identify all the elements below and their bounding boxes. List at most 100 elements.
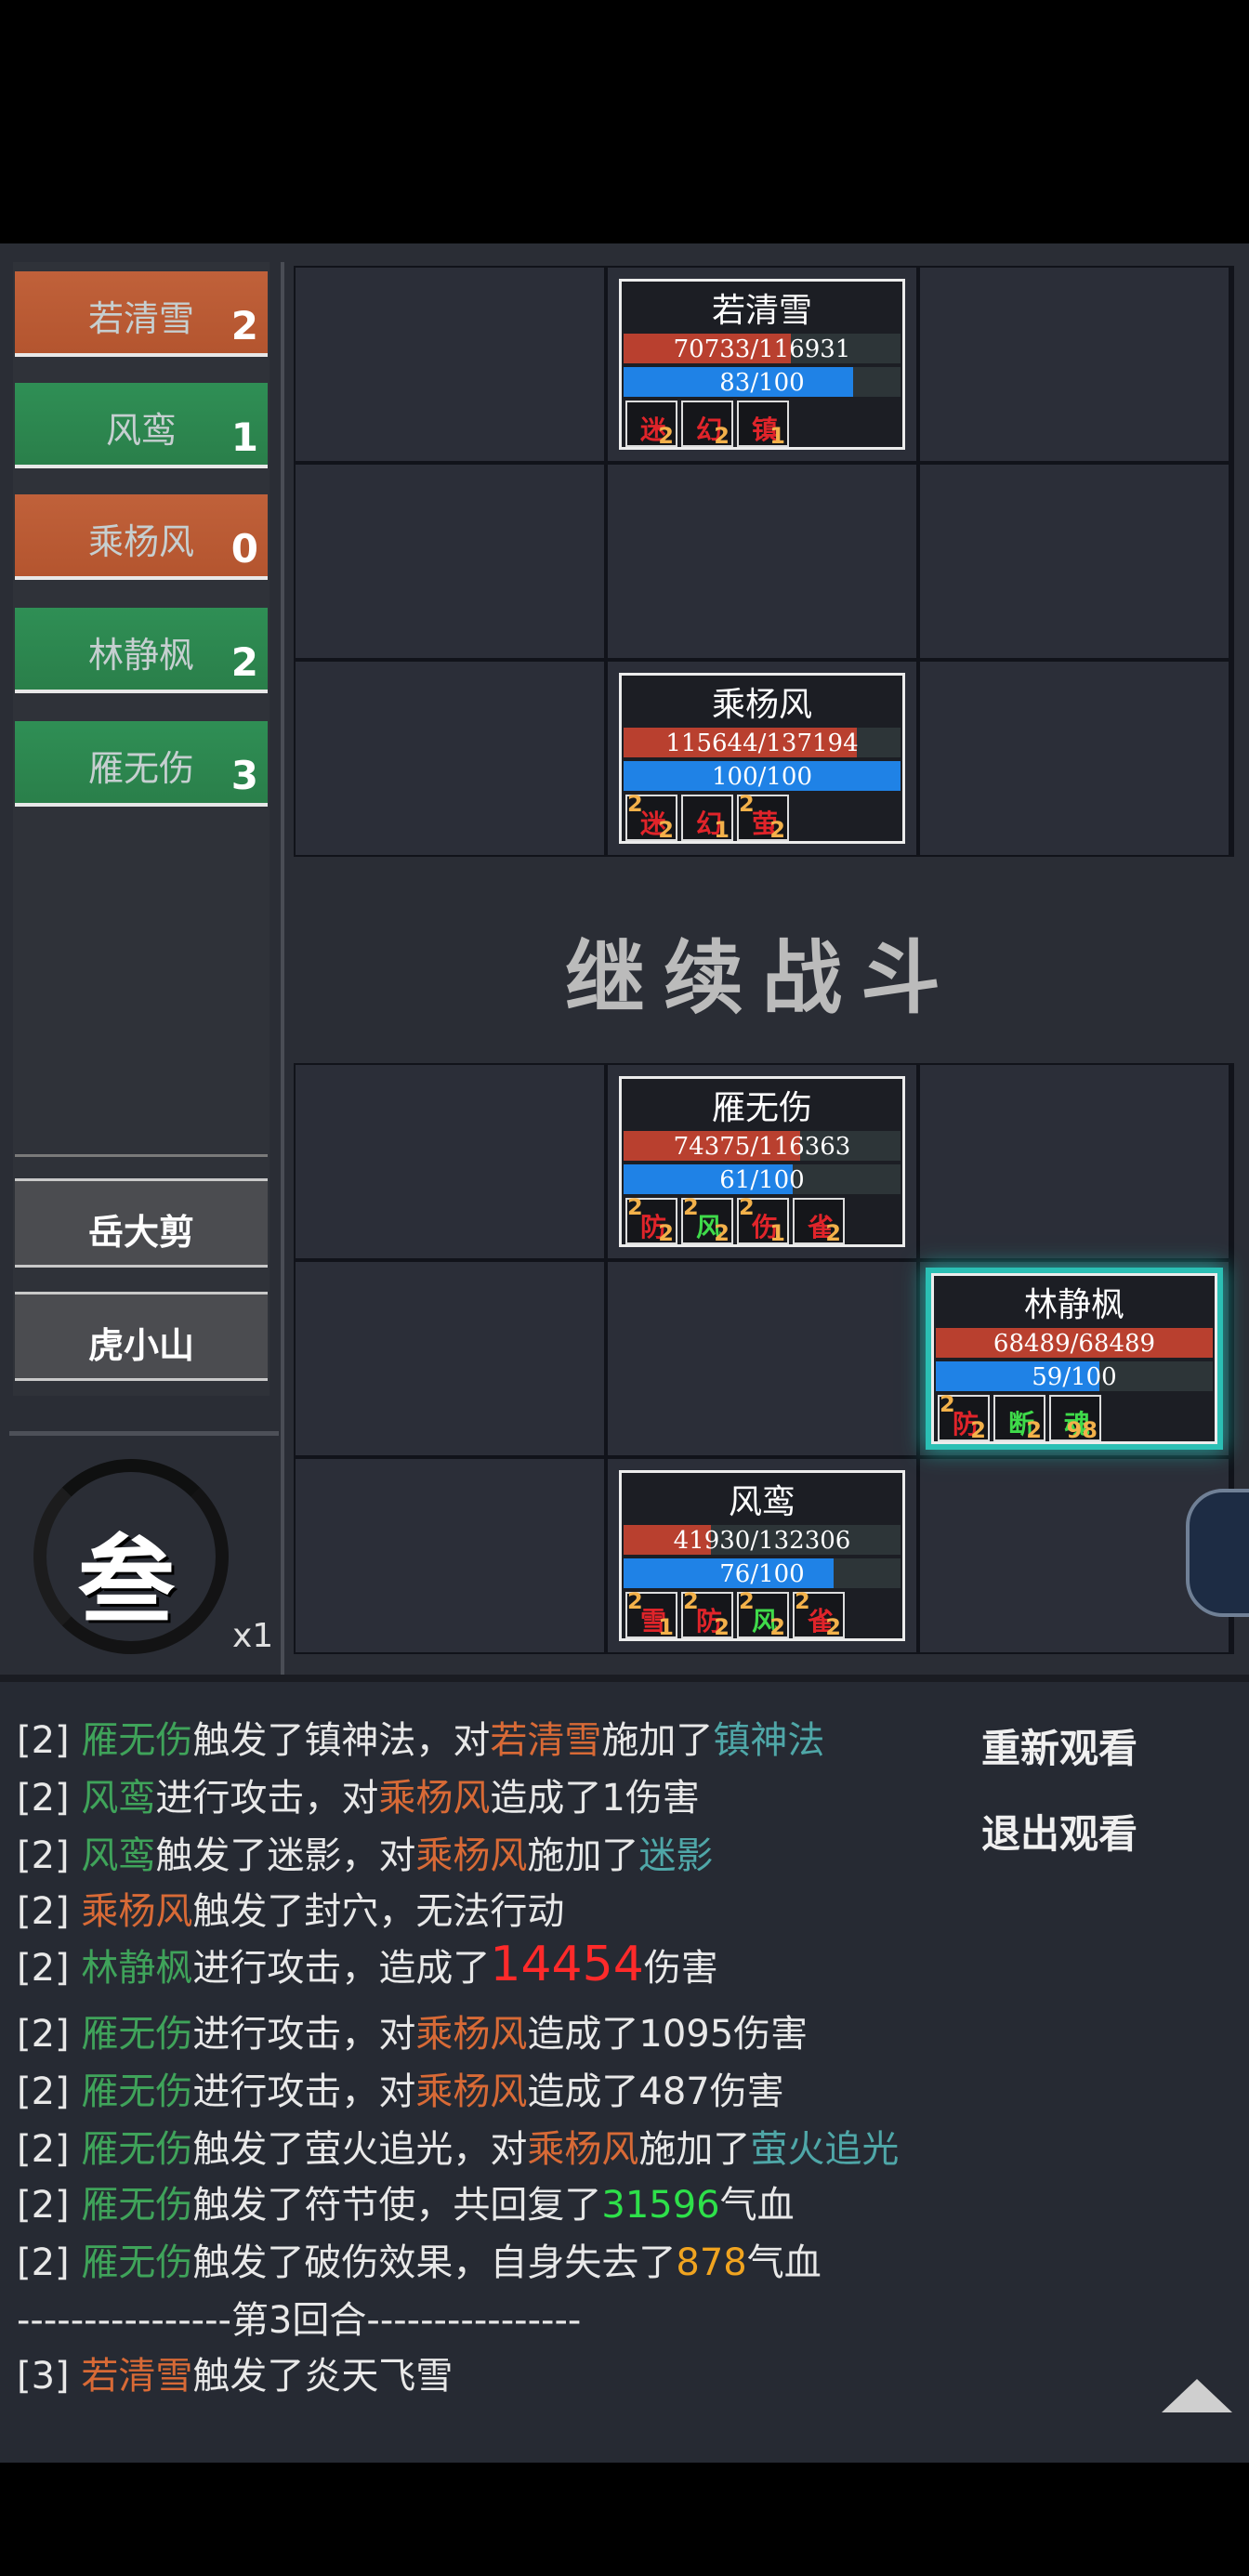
unit-card-yanwushang[interactable]: 雁无伤 74375/116363 61/100 2防2 2风2 2伤1 雀2 [619,1076,905,1247]
exit-replay-button[interactable]: 退出观看 [981,1803,1137,1860]
roster-name: 雁无伤 [87,748,194,789]
grid-cell[interactable] [920,1459,1229,1652]
buff-icon[interactable]: 2风2 [681,1194,733,1246]
buff-icon[interactable]: 2萤2 [737,791,789,843]
buff-duration: 2 [769,817,785,843]
log-line: [2] 雁无伤触发了破伤效果，自身失去了878气血 [17,2241,822,2284]
roster-card-ruoqingxue[interactable]: 若清雪 2 [15,271,268,357]
log-line: [2] 雁无伤进行攻击，对乘杨风造成了1095伤害 [17,2013,809,2056]
reserve-name: 虎小山 [87,1325,194,1366]
unit-card-linjingfeng[interactable]: 林静枫 68489/68489 59/100 2防2 断2 魂 98 [931,1273,1217,1444]
roster-card-linjingfeng[interactable]: 林静枫 2 [15,608,268,693]
unit-card-fengluan[interactable]: 风鸾 41930/132306 76/100 2雪1 2防2 2风2 2雀2 [619,1470,905,1641]
grid-cell[interactable] [920,1065,1229,1258]
battle-log[interactable]: 重新观看 退出观看 [2] 雁无伤触发了镇神法，对若清雪施加了镇神法 [2] 风… [0,1682,1249,2463]
buff-icon[interactable]: 镇1 [737,401,789,449]
roster-count: 2 [230,639,258,685]
log-line: [2] 雁无伤触发了萤火追光，对乘杨风施加了萤火追光 [17,2128,900,2171]
buff-duration: 2 [658,1220,674,1246]
buff-icon[interactable]: 2雀2 [793,1588,845,1640]
grid-cell[interactable] [608,465,916,658]
buff-duration: 1 [769,423,785,449]
buff-row: 2迷2 幻1 2萤2 [624,791,901,843]
grid-cell[interactable] [920,268,1229,461]
grid-cell[interactable] [608,1262,916,1455]
hp-bar: 70733/116931 [624,334,901,363]
unit-name: 乘杨风 [711,686,812,724]
reserve-card-yuedajian[interactable]: 岳大剪 [15,1178,268,1268]
roster-card-fengluan[interactable]: 风鸾 1 [15,383,268,468]
bottom-bar [0,2463,1249,2576]
mp-bar: 83/100 [624,367,901,397]
roster-name: 乘杨风 [87,521,194,562]
buff-icon[interactable]: 雀2 [793,1198,845,1246]
buff-icon[interactable]: 2雪1 [625,1588,677,1640]
roster-count: 0 [230,526,258,572]
buff-duration: 2 [714,423,730,449]
hp-text: 68489/68489 [993,1330,1156,1358]
roster-card-chengyangfeng[interactable]: 乘杨风 0 [15,494,268,580]
mp-text: 59/100 [1032,1363,1117,1391]
panel-divider [281,262,284,1693]
buff-icon[interactable]: 2风2 [737,1588,789,1640]
side-drawer-handle-icon[interactable] [1186,1489,1249,1617]
grid-cell[interactable] [920,662,1229,855]
buff-icon[interactable]: 幻1 [681,795,733,843]
buff-icon[interactable]: 2防2 [625,1194,677,1246]
hp-text: 115644/137194 [665,729,859,757]
grid-cell[interactable] [296,662,604,855]
hp-bar: 41930/132306 [624,1525,901,1555]
buff-row: 2防2 断2 魂 98 [936,1391,1213,1443]
buff-duration: 1 [714,817,730,843]
buff-duration: 2 [769,1614,785,1640]
mp-text: 61/100 [719,1166,805,1194]
unit-card-chengyangfeng[interactable]: 乘杨风 115644/137194 100/100 2迷2 幻1 2萤2 [619,673,905,844]
mp-bar: 76/100 [624,1558,901,1588]
roster-count: 3 [230,753,258,798]
grid-cell[interactable] [296,465,604,658]
buff-icon[interactable]: 断2 [993,1395,1045,1443]
buff-icon[interactable]: 2防2 [938,1391,990,1443]
grid-cell[interactable] [296,268,604,461]
mp-text: 83/100 [719,369,805,397]
grid-cell[interactable] [296,1459,604,1652]
buff-duration: 2 [714,1614,730,1640]
reserve-card-huxiaoshan[interactable]: 虎小山 [15,1292,268,1381]
mp-text: 100/100 [711,763,812,791]
unit-card-ruoqingxue[interactable]: 若清雪 70733/116931 83/100 迷2 幻2 镇1 [619,279,905,450]
unit-name: 若清雪 [711,292,812,330]
grid-cell[interactable] [296,1065,604,1258]
continue-battle-button[interactable]: 继续战斗 [294,913,1230,1029]
buff-duration: 2 [658,423,674,449]
buff-duration: 98 [1066,1417,1098,1443]
grid-cell[interactable] [296,1262,604,1455]
buff-icon[interactable]: 2伤1 [737,1194,789,1246]
round-number: 叁 [78,1523,176,1637]
scroll-up-icon[interactable] [1162,2379,1232,2412]
mp-bar: 100/100 [624,761,901,791]
mp-bar: 61/100 [624,1164,901,1194]
replay-button[interactable]: 重新观看 [981,1717,1137,1774]
round-badge: 叁 [33,1459,238,1663]
buff-icon[interactable]: 2防2 [681,1588,733,1640]
battle-screen: 若清雪 2 风鸾 1 乘杨风 0 林静枫 2 雁无伤 3 岳大剪 虎小山 叁 x… [0,243,1249,2463]
buff-icon[interactable]: 迷2 [625,401,677,449]
grid-cell[interactable] [920,465,1229,658]
roster-count: 1 [230,414,258,460]
buff-icon[interactable]: 2迷2 [625,791,677,843]
buff-icon[interactable]: 幻2 [681,401,733,449]
buff-duration: 2 [825,1220,841,1246]
log-line: [2] 林静枫进行攻击，造成了14454伤害 [17,1937,718,1992]
roster-card-yanwushang[interactable]: 雁无伤 3 [15,721,268,807]
hp-bar: 115644/137194 [624,728,901,757]
log-line: [2] 雁无伤触发了符节使，共回复了31596气血 [17,2184,795,2227]
buff-duration: 2 [714,1220,730,1246]
buff-row: 迷2 幻2 镇1 [624,401,901,449]
mp-bar: 59/100 [936,1361,1213,1391]
speed-toggle[interactable]: x1 [232,1617,273,1655]
buff-row: 2防2 2风2 2伤1 雀2 [624,1194,901,1246]
buff-icon[interactable]: 魂 98 [1049,1395,1101,1443]
log-line: [2] 风鸾触发了迷影，对乘杨风施加了迷影 [17,1834,714,1877]
reserve-divider [15,1154,268,1157]
log-line: [2] 雁无伤进行攻击，对乘杨风造成了487伤害 [17,2070,784,2113]
